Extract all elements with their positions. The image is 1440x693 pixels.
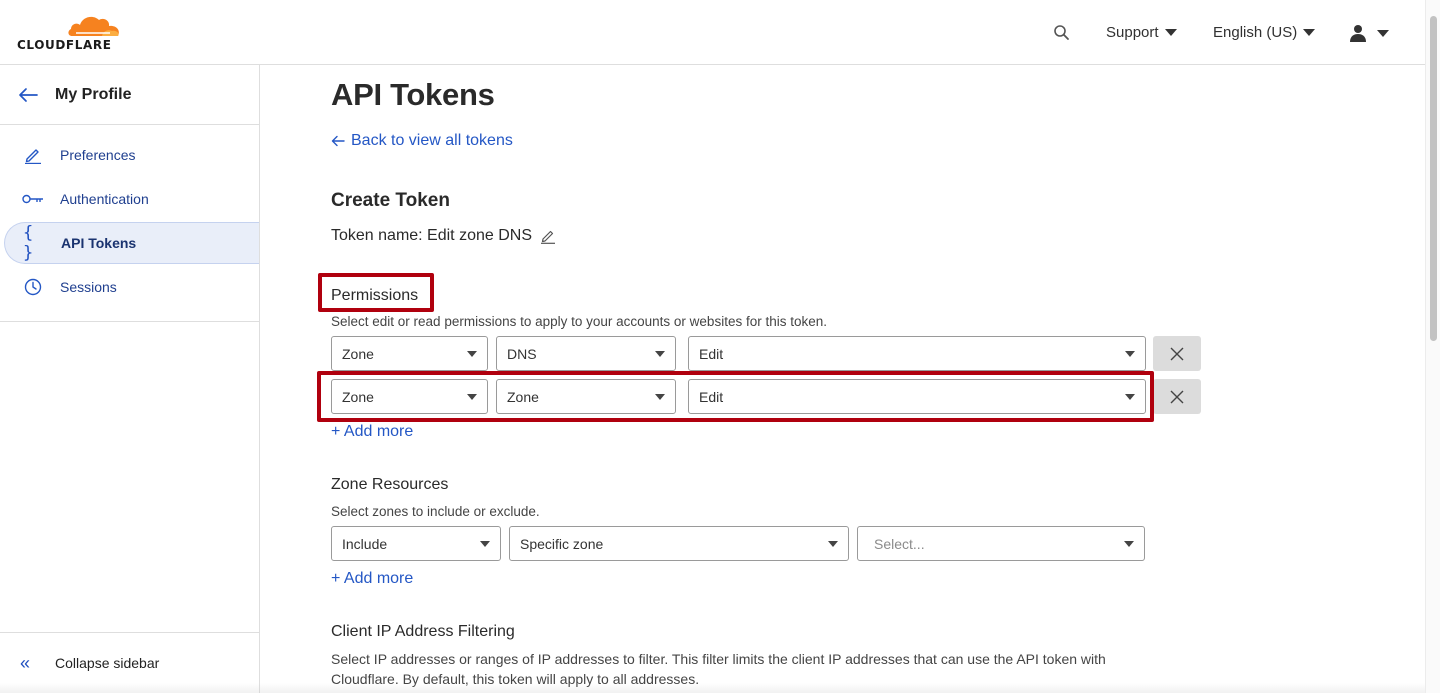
caret-down-icon — [1125, 394, 1135, 400]
back-to-tokens-link[interactable]: Back to view all tokens — [331, 132, 513, 150]
add-permission-link[interactable]: + Add more — [331, 423, 413, 441]
support-menu[interactable]: Support — [1106, 24, 1177, 41]
sidebar-item-preferences[interactable]: Preferences — [4, 134, 259, 176]
language-label: English (US) — [1213, 24, 1298, 41]
remove-permission-button[interactable] — [1153, 379, 1201, 414]
caret-down-icon — [467, 394, 477, 400]
zone-resources-help: Select zones to include or exclude. — [331, 504, 540, 519]
scrollbar-thumb[interactable] — [1430, 16, 1437, 341]
chevron-down-icon — [1164, 29, 1177, 36]
scrollbar[interactable] — [1425, 0, 1440, 693]
permissions-label: Permissions — [331, 287, 419, 304]
sidebar-item-label: Authentication — [60, 191, 149, 207]
page-title: API Tokens — [331, 77, 495, 112]
select-value: DNS — [507, 345, 537, 362]
zone-type-select[interactable]: Specific zone — [509, 526, 849, 561]
create-token-heading: Create Token — [331, 190, 450, 211]
permission-scope-select[interactable]: Zone — [331, 336, 488, 371]
arrow-left-icon — [331, 135, 345, 147]
close-icon — [1170, 390, 1184, 403]
zone-resources-label: Zone Resources — [331, 476, 449, 493]
edit-icon[interactable] — [540, 228, 556, 244]
braces-icon: { } — [23, 223, 34, 263]
select-placeholder: Select... — [874, 535, 925, 552]
chevron-down-icon — [1303, 29, 1316, 36]
token-name: Token name: Edit zone DNS — [331, 227, 556, 245]
sidebar: My Profile Preferences Authentication { … — [0, 65, 260, 693]
arrow-left-icon[interactable] — [18, 87, 38, 103]
pencil-icon — [22, 145, 44, 165]
select-value: Edit — [699, 388, 724, 405]
select-value: Edit — [699, 345, 724, 362]
sidebar-item-authentication[interactable]: Authentication — [4, 178, 259, 220]
back-link-label: Back to view all tokens — [351, 132, 513, 149]
chevron-down-icon — [1377, 29, 1389, 37]
sidebar-item-label: Preferences — [60, 147, 136, 163]
permissions-help: Select edit or read permissions to apply… — [331, 314, 827, 329]
sidebar-title: My Profile — [55, 85, 132, 103]
caret-down-icon — [480, 541, 490, 547]
logo-wordmark: CLOUDFLARE — [17, 38, 112, 52]
add-zone-resource-link[interactable]: + Add more — [331, 570, 413, 588]
sidebar-item-label: API Tokens — [61, 235, 137, 251]
caret-down-icon — [1125, 351, 1135, 357]
caret-down-icon — [1124, 541, 1134, 547]
user-menu[interactable] — [1349, 24, 1389, 42]
sidebar-item-sessions[interactable]: Sessions — [4, 266, 259, 308]
bottom-edge-shadow — [0, 683, 1425, 693]
permission-access-select[interactable]: Edit — [688, 336, 1146, 371]
permission-scope-select[interactable]: Zone — [331, 379, 488, 414]
close-icon — [1170, 347, 1184, 360]
support-label: Support — [1106, 24, 1159, 41]
remove-permission-button[interactable] — [1153, 336, 1201, 371]
cloudflare-logo[interactable]: CLOUDFLARE — [16, 12, 126, 52]
ip-filtering-label: Client IP Address Filtering — [331, 623, 515, 640]
top-bar: CLOUDFLARE Support English (US) — [0, 0, 1425, 65]
cloud-icon — [68, 16, 119, 36]
sidebar-nav: Preferences Authentication { } API Token… — [0, 125, 259, 322]
permission-resource-select[interactable]: DNS — [496, 336, 676, 371]
caret-down-icon — [467, 351, 477, 357]
token-name-label: Token name: Edit zone DNS — [331, 227, 532, 244]
search-icon[interactable] — [1053, 24, 1071, 42]
select-value: Zone — [342, 345, 374, 362]
key-icon — [22, 189, 44, 209]
clock-icon — [22, 277, 44, 297]
language-menu[interactable]: English (US) — [1213, 24, 1316, 41]
collapse-sidebar-label: Collapse sidebar — [55, 655, 160, 671]
select-value: Zone — [507, 388, 539, 405]
caret-down-icon — [655, 351, 665, 357]
select-value: Include — [342, 535, 388, 552]
zone-include-select[interactable]: Include — [331, 526, 501, 561]
permission-resource-select[interactable]: Zone — [496, 379, 676, 414]
sidebar-header: My Profile — [0, 65, 259, 125]
select-value: Zone — [342, 388, 374, 405]
select-value: Specific zone — [520, 535, 604, 552]
permission-access-select[interactable]: Edit — [688, 379, 1146, 414]
zone-select[interactable]: Select... — [857, 526, 1145, 561]
sidebar-item-api-tokens[interactable]: { } API Tokens — [4, 222, 259, 264]
user-icon — [1350, 25, 1366, 42]
double-chevron-left-icon: « — [20, 652, 31, 673]
sidebar-item-label: Sessions — [60, 279, 117, 295]
caret-down-icon — [655, 394, 665, 400]
caret-down-icon — [828, 541, 838, 547]
main-content: API Tokens Back to view all tokens Creat… — [260, 65, 1425, 693]
